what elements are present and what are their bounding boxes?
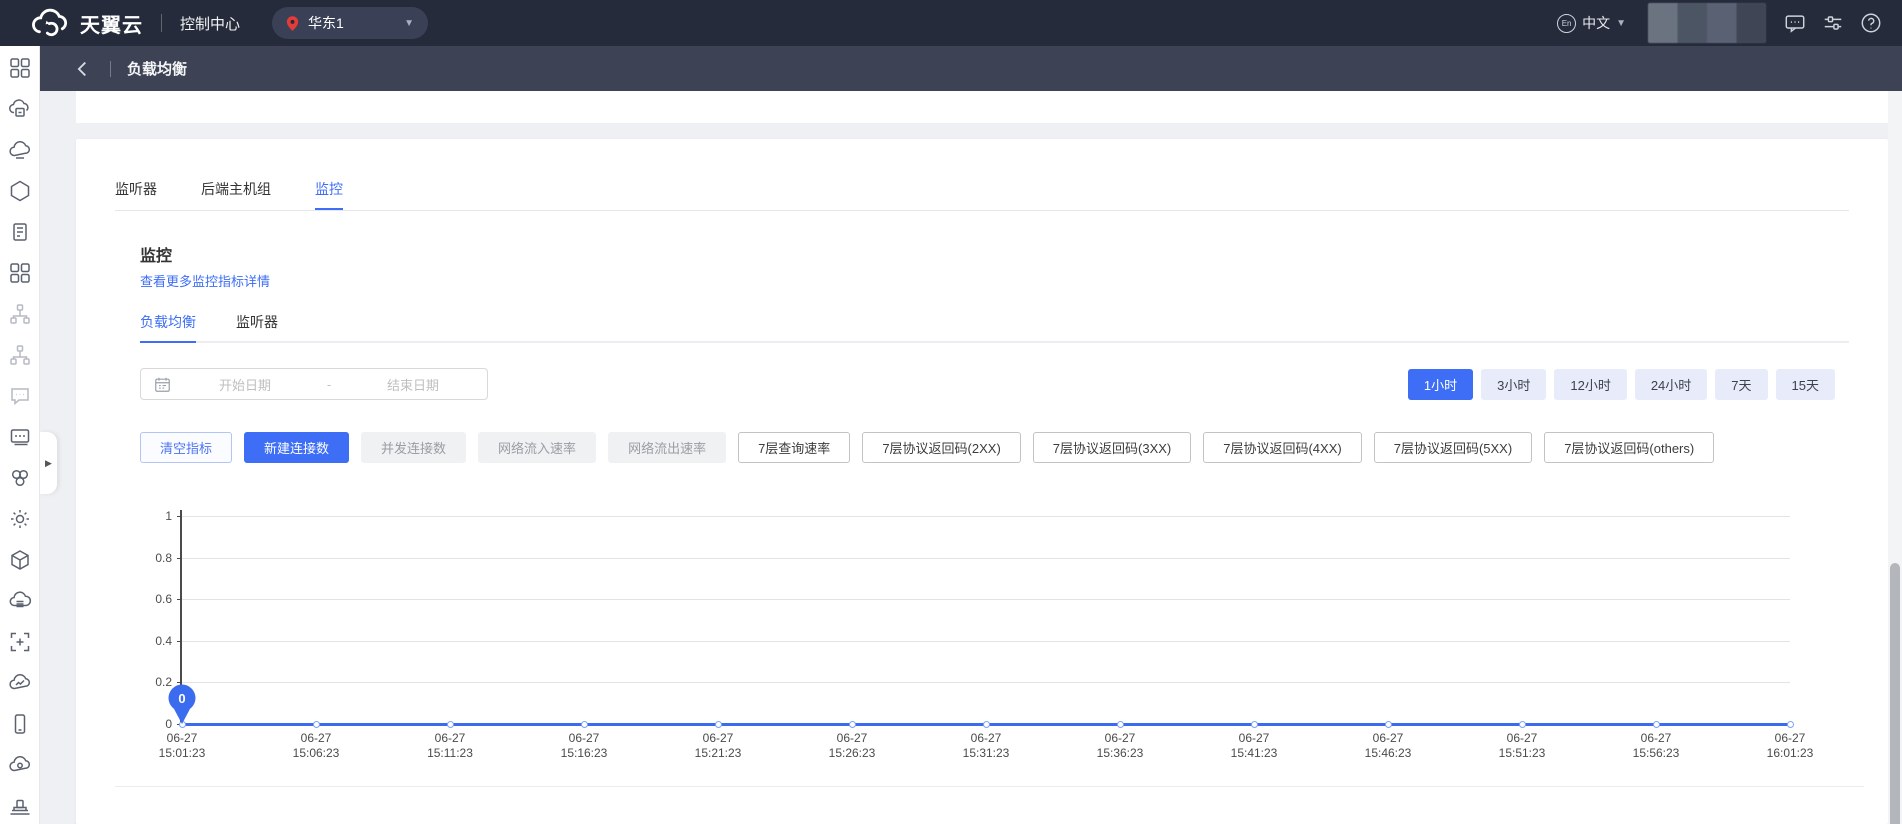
scan-frame-icon[interactable] (8, 630, 32, 654)
cube-icon[interactable] (8, 548, 32, 572)
time-range-7天[interactable]: 7天 (1715, 369, 1767, 400)
metric-清空指标[interactable]: 清空指标 (140, 432, 232, 463)
more-metrics-link[interactable]: 查看更多监控指标详情 (140, 271, 270, 290)
back-arrow-icon[interactable] (72, 58, 94, 80)
org-tree-icon[interactable] (8, 343, 32, 367)
billing-card-icon[interactable] (8, 425, 32, 449)
chevron-right-icon: ▶ (45, 458, 52, 469)
tab-监控[interactable]: 监控 (315, 169, 343, 210)
topbar-right: En 中文 ▼ (1557, 0, 1902, 46)
section-divider (115, 786, 1864, 787)
end-date-placeholder: 结束日期 (339, 375, 487, 394)
time-range-1小时[interactable]: 1小时 (1408, 369, 1473, 400)
subtab-监听器[interactable]: 监听器 (236, 302, 278, 343)
cloud-monitor-icon[interactable] (8, 671, 32, 695)
tab-后端主机组[interactable]: 后端主机组 (201, 169, 271, 210)
subtab-负载均衡[interactable]: 负载均衡 (140, 302, 196, 343)
metric-新建连接数[interactable]: 新建连接数 (244, 432, 349, 463)
metric-7层协议返回码(2XX)[interactable]: 7层协议返回码(2XX) (862, 432, 1020, 463)
cloud-network-icon[interactable] (8, 753, 32, 777)
security-shield-icon[interactable] (8, 179, 32, 203)
cloud-storage-icon[interactable] (8, 589, 32, 613)
chart-controls-row: 开始日期 - 结束日期 1小时 3小时 12小时 24小时 7天 15天 (140, 368, 1835, 400)
time-range-15天[interactable]: 15天 (1776, 369, 1835, 400)
language-selector[interactable]: En 中文 ▼ (1557, 13, 1626, 33)
metric-7层协议返回码(others)[interactable]: 7层协议返回码(others) (1544, 432, 1714, 463)
help-icon[interactable] (1860, 12, 1882, 34)
brand-cloud-logo-icon (30, 8, 70, 38)
monitor-subtabs: 负载均衡监听器 (140, 302, 1849, 343)
preferences-sliders-icon[interactable] (1822, 12, 1844, 34)
metric-网络流入速率: 网络流入速率 (478, 432, 596, 463)
message-icon[interactable] (8, 384, 32, 408)
workflow-icon[interactable] (8, 302, 32, 326)
subheader: 负载均衡 (40, 46, 1902, 91)
tab-监听器[interactable]: 监听器 (115, 169, 157, 210)
calendar-icon (154, 376, 171, 393)
detail-tabs: 监听器 后端主机组 监控 (115, 169, 1849, 211)
chevron-down-icon: ▼ (1616, 18, 1626, 29)
topbar: 天翼云 控制中心 华东1 ▼ En 中文 ▼ (0, 0, 1902, 46)
metric-7层协议返回码(3XX)[interactable]: 7层协议返回码(3XX) (1033, 432, 1191, 463)
app-grid-icon[interactable] (8, 261, 32, 285)
user-avatar-redacted[interactable] (1648, 3, 1766, 43)
app-root: 天翼云 控制中心 华东1 ▼ En 中文 ▼ (0, 0, 1902, 824)
scrollbar-thumb[interactable] (1890, 563, 1900, 824)
language-globe-icon: En (1557, 14, 1576, 33)
sidebar-nav (0, 46, 40, 824)
chevron-down-icon: ▼ (404, 18, 414, 29)
load-balancer-detail-card: 监听器后端主机组监控 监控 查看更多监控指标详情 负载均衡监听器 开始日期 - … (76, 139, 1888, 824)
metric-7层协议返回码(5XX)[interactable]: 7层协议返回码(5XX) (1374, 432, 1532, 463)
location-pin-icon (286, 15, 299, 32)
language-label: 中文 (1582, 13, 1610, 33)
settings-gear-icon[interactable] (8, 507, 32, 531)
scrollbar-track (1888, 91, 1902, 824)
feedback-message-icon[interactable] (1784, 12, 1806, 34)
topbar-divider (161, 14, 162, 32)
dedicated-server-icon[interactable] (8, 220, 32, 244)
sidebar-collapse-handle[interactable]: ▶ (40, 432, 57, 494)
time-range-12小时[interactable]: 12小时 (1554, 369, 1626, 400)
time-range-group: 1小时 3小时 12小时 24小时 7天 15天 (1408, 369, 1835, 400)
metric-网络流出速率: 网络流出速率 (608, 432, 726, 463)
console-center-link[interactable]: 控制中心 (180, 13, 240, 34)
brand-name: 天翼云 (80, 9, 143, 38)
start-date-placeholder: 开始日期 (171, 375, 319, 394)
region-name: 华东1 (308, 13, 404, 33)
metric-buttons-row: 清空指标新建连接数并发连接数网络流入速率网络流出速率 7层查询速率 7层协议返回码(… (140, 432, 1714, 463)
monitor-section-title: 监控 (140, 242, 172, 266)
brand[interactable]: 天翼云 (30, 8, 143, 38)
metric-7层查询速率[interactable]: 7层查询速率 (738, 432, 850, 463)
container-dock-icon[interactable] (8, 794, 32, 818)
cloud-host-icon[interactable] (8, 97, 32, 121)
time-range-24小时[interactable]: 24小时 (1635, 369, 1707, 400)
metric-并发连接数: 并发连接数 (361, 432, 466, 463)
content-top-strip (76, 91, 1888, 123)
time-range-3小时[interactable]: 3小时 (1481, 369, 1546, 400)
subheader-divider (110, 61, 111, 77)
metric-7层协议返回码(4XX)[interactable]: 7层协议返回码(4XX) (1203, 432, 1361, 463)
page-title: 负载均衡 (127, 58, 187, 79)
cloud-service-icon[interactable] (8, 138, 32, 162)
dashboard-icon[interactable] (8, 56, 32, 80)
mobile-device-icon[interactable] (8, 712, 32, 736)
hex-cluster-icon[interactable] (8, 466, 32, 490)
date-separator: - (319, 377, 339, 392)
date-range-input[interactable]: 开始日期 - 结束日期 (140, 368, 488, 400)
region-selector[interactable]: 华东1 ▼ (272, 7, 428, 39)
